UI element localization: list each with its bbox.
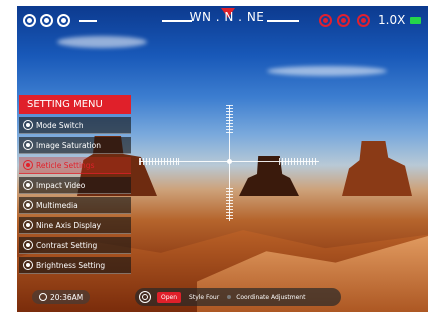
reticle-center-dot bbox=[227, 159, 232, 164]
brightness-icon bbox=[23, 260, 33, 270]
top-status-bar: WN . N . NE 1.0X bbox=[17, 6, 428, 46]
divider bbox=[79, 20, 97, 22]
reticle-hash-top bbox=[226, 105, 233, 135]
contrast-icon bbox=[23, 240, 33, 250]
video-icon[interactable] bbox=[337, 14, 350, 27]
reticle-hash-bottom bbox=[226, 188, 233, 220]
coordinate-adjustment-option[interactable]: Coordinate Adjustment bbox=[236, 294, 305, 301]
eye-icon bbox=[23, 180, 33, 190]
axis-icon bbox=[23, 220, 33, 230]
menu-item-reticle-settings[interactable]: Reticle Settings bbox=[19, 157, 131, 174]
record-icon[interactable] bbox=[319, 14, 332, 27]
saturation-icon bbox=[23, 140, 33, 150]
menu-item-brightness-setting[interactable]: Brightness Setting bbox=[19, 257, 131, 274]
multimedia-icon bbox=[23, 200, 33, 210]
menu-item-label: Multimedia bbox=[36, 200, 78, 210]
zoom-level: 1.0X bbox=[378, 13, 406, 27]
reticle-hash-right bbox=[279, 158, 317, 165]
time-display: 20:36AM bbox=[32, 290, 91, 304]
menu-item-multimedia[interactable]: Multimedia bbox=[19, 197, 131, 214]
clock-icon bbox=[39, 293, 47, 301]
menu-item-image-saturation[interactable]: Image Saturation bbox=[19, 137, 131, 154]
reticle-open-toggle[interactable]: Open bbox=[157, 291, 182, 303]
no-entry-icon[interactable] bbox=[40, 14, 53, 27]
camera-icon[interactable] bbox=[357, 14, 370, 27]
menu-item-label: Impact Video bbox=[36, 180, 86, 190]
menu-item-label: Reticle Settings bbox=[36, 160, 95, 170]
reticle-hash-left bbox=[139, 158, 179, 165]
separator-dot bbox=[227, 295, 232, 299]
menu-item-label: Brightness Setting bbox=[36, 260, 106, 270]
scope-viewfinder: WN . N . NE 1.0X SETTING MENU Mode Switc… bbox=[17, 6, 428, 312]
time-text: 20:36AM bbox=[50, 292, 84, 302]
menu-item-contrast-setting[interactable]: Contrast Setting bbox=[19, 237, 131, 254]
menu-item-label: Contrast Setting bbox=[36, 240, 98, 250]
menu-item-impact-video[interactable]: Impact Video bbox=[19, 177, 131, 194]
butte-right bbox=[342, 141, 412, 196]
cloud bbox=[267, 66, 387, 76]
menu-item-label: Mode Switch bbox=[36, 120, 84, 130]
wifi-icon[interactable] bbox=[23, 14, 36, 27]
reticle-icon bbox=[23, 160, 33, 170]
menu-item-nine-axis-display[interactable]: Nine Axis Display bbox=[19, 217, 131, 234]
setting-menu: SETTING MENU Mode Switch Image Saturatio… bbox=[19, 95, 131, 274]
mode-icon bbox=[23, 120, 33, 130]
target-icon[interactable] bbox=[57, 14, 70, 27]
reticle-style-option[interactable]: Style Four bbox=[189, 294, 219, 301]
crosshair-icon bbox=[139, 291, 151, 303]
menu-title: SETTING MENU bbox=[19, 95, 131, 114]
menu-item-label: Image Saturation bbox=[36, 140, 101, 150]
reticle-options-bar: Open Style Four Coordinate Adjustment bbox=[135, 288, 341, 306]
battery-icon bbox=[410, 17, 421, 24]
compass-rule-right bbox=[267, 20, 299, 22]
menu-item-label: Nine Axis Display bbox=[36, 220, 102, 230]
screenshot-frame: WN . N . NE 1.0X SETTING MENU Mode Switc… bbox=[0, 0, 445, 317]
menu-item-mode-switch[interactable]: Mode Switch bbox=[19, 117, 131, 134]
